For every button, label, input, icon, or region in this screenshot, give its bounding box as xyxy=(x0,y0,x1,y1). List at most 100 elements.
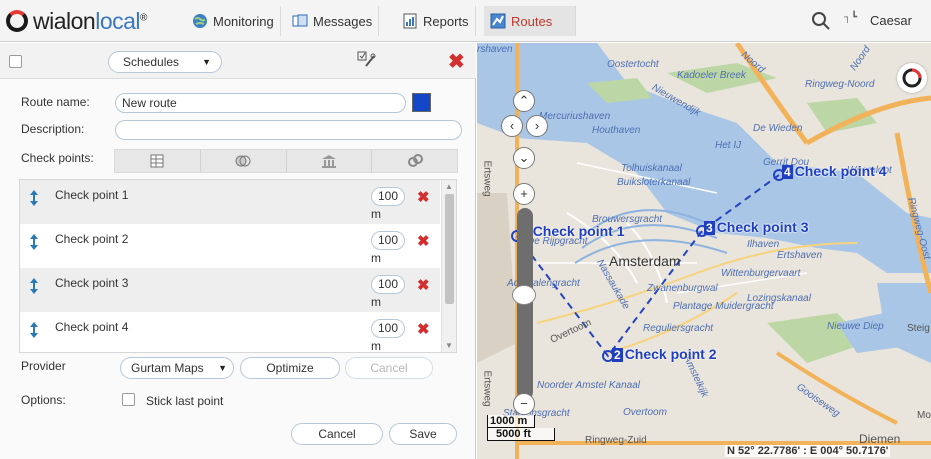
delete-icon[interactable]: ✖ xyxy=(417,320,430,338)
radius-unit: m xyxy=(371,207,381,221)
drag-handle-icon[interactable] xyxy=(29,234,39,250)
list-item[interactable]: Check point 1 100 m ✖ xyxy=(20,180,440,224)
map-label: Het IJ xyxy=(715,140,742,151)
logo-text-accent: local xyxy=(95,7,141,34)
address-button[interactable] xyxy=(372,150,457,172)
check-point-name: Check point 1 xyxy=(55,188,129,202)
pan-right-button[interactable]: › xyxy=(526,115,548,137)
buildings-button[interactable] xyxy=(287,150,373,172)
map-label: Ilhaven xyxy=(747,239,780,250)
radius-input[interactable]: 100 xyxy=(371,231,405,250)
scroll-up-icon[interactable]: ▲ xyxy=(445,182,453,191)
route-color-swatch[interactable] xyxy=(412,93,431,112)
checkpoint-label: Check point 4 xyxy=(794,163,887,179)
user-name[interactable]: Caesar xyxy=(870,13,912,28)
delete-icon[interactable]: ✖ xyxy=(417,276,430,294)
close-icon[interactable]: ✖ xyxy=(448,49,465,74)
check-point-name: Check point 2 xyxy=(55,232,129,246)
check-point-name: Check point 3 xyxy=(55,276,129,290)
map-label: Ertsweg xyxy=(481,370,493,407)
stick-last-point-checkbox[interactable] xyxy=(122,393,135,406)
pan-down-button[interactable]: ⌄ xyxy=(513,147,535,169)
check-points-toolbar xyxy=(114,149,458,173)
route-name-input[interactable]: New route xyxy=(115,93,406,113)
geozones-icon xyxy=(235,155,251,167)
map-label: Wittenburgervaart xyxy=(721,268,801,279)
chevron-down-icon: ⌄ xyxy=(518,150,530,165)
scrollbar-thumb[interactable] xyxy=(445,194,454,304)
top-bar: wialonlocal® Monitoring Messages Reports… xyxy=(0,0,931,42)
tab-reports[interactable]: Reports xyxy=(396,6,476,36)
route-name-label: Route name: xyxy=(21,95,90,109)
scroll-down-icon[interactable]: ▼ xyxy=(445,341,453,350)
checkpoint-number: 2 xyxy=(612,348,623,362)
cancel-button[interactable]: Cancel xyxy=(291,423,383,445)
logo-ring-icon xyxy=(6,10,28,32)
zoom-in-button[interactable]: + xyxy=(513,183,535,205)
chevron-down-icon: ▼ xyxy=(202,57,211,67)
checkpoint-number: 4 xyxy=(782,165,793,179)
plus-icon: + xyxy=(520,186,528,201)
zoom-out-button[interactable]: − xyxy=(513,393,535,415)
check-points-list[interactable]: Check point 1 100 m ✖ Check point 2 100 … xyxy=(19,179,457,353)
pan-up-button[interactable]: ⌃ xyxy=(513,90,535,112)
radius-input[interactable]: 100 xyxy=(371,187,405,206)
check-points-label: Check points: xyxy=(21,151,94,165)
list-scrollbar[interactable]: ▲ ▼ xyxy=(441,180,456,352)
checkpoint-label: Check point 3 xyxy=(716,219,809,235)
optimize-button[interactable]: Optimize xyxy=(240,357,340,379)
map-label: Tolhuiskanaal xyxy=(621,163,682,174)
tab-routes[interactable]: Routes xyxy=(484,6,576,36)
map-label: Ringweg-Zuid xyxy=(585,435,647,446)
options-label: Options: xyxy=(21,393,66,407)
pan-left-button[interactable]: ‹ xyxy=(501,115,523,137)
checkpoint-marker-2[interactable]: 2 Check point 2 xyxy=(612,346,716,362)
provider-cancel-button[interactable]: Cancel xyxy=(345,357,433,379)
messages-icon xyxy=(292,14,308,27)
logo-ring-icon xyxy=(902,68,922,88)
map-label: Diemen xyxy=(859,432,901,446)
radius-input[interactable]: 100 xyxy=(371,319,405,338)
check-point-name: Check point 4 xyxy=(55,320,129,334)
save-button[interactable]: Save xyxy=(389,423,457,445)
table-button[interactable] xyxy=(115,150,201,172)
map-label: rshaven xyxy=(477,44,513,55)
select-all-checkbox[interactable] xyxy=(9,55,22,68)
search-icon[interactable] xyxy=(810,10,832,32)
checkpoint-marker-1[interactable]: 1Check point 1 xyxy=(520,223,624,239)
tab-monitoring[interactable]: Monitoring xyxy=(186,6,281,36)
map-label: Noorder Amstel Kanaal xyxy=(537,380,641,391)
map-label: Houthaven xyxy=(592,125,641,136)
checkpoint-marker-4[interactable]: 4 Check point 4 xyxy=(782,163,886,179)
address-icon xyxy=(407,154,423,167)
drag-handle-icon[interactable] xyxy=(29,190,39,206)
map-view[interactable]: rshaven Oostertocht Kadoeler Breek Noord… xyxy=(477,43,931,459)
chevron-left-icon: ‹ xyxy=(509,118,515,133)
radius-input[interactable]: 100 xyxy=(371,275,405,294)
list-item[interactable]: Check point 4 100 m ✖ xyxy=(20,312,440,352)
checkpoint-number: 3 xyxy=(704,221,715,235)
delete-icon[interactable]: ✖ xyxy=(417,188,430,206)
logo-registered-mark: ® xyxy=(140,11,147,23)
schedules-select[interactable]: Schedules ▼ xyxy=(108,51,222,73)
map-city-label: Amsterdam xyxy=(609,253,681,269)
list-item[interactable]: Check point 2 100 m ✖ xyxy=(20,224,440,268)
description-input[interactable] xyxy=(115,120,462,140)
map-label: Kadoeler Breek xyxy=(677,70,746,81)
map-scale: 1000 m 5000 ft xyxy=(487,415,555,441)
list-item[interactable]: Check point 3 100 m ✖ xyxy=(20,268,440,312)
drag-handle-icon[interactable] xyxy=(29,322,39,338)
delete-icon[interactable]: ✖ xyxy=(417,232,430,250)
checkpoint-marker-3[interactable]: 3 Check point 3 xyxy=(704,219,808,235)
window-icon[interactable]: ┐┗ xyxy=(844,12,857,23)
tab-messages[interactable]: Messages xyxy=(286,6,380,36)
provider-select[interactable]: Gurtam Maps ▼ xyxy=(120,357,234,379)
map-label: Nieuwe Diep xyxy=(827,321,884,332)
wialon-map-logo xyxy=(897,63,927,93)
map-label: Reguliersgracht xyxy=(643,323,714,334)
edit-tools-icon[interactable] xyxy=(357,51,377,69)
zoom-slider-handle[interactable] xyxy=(512,285,536,305)
drag-handle-icon[interactable] xyxy=(29,278,39,294)
geozones-button[interactable] xyxy=(201,150,287,172)
app-logo[interactable]: wialonlocal® xyxy=(6,6,147,36)
